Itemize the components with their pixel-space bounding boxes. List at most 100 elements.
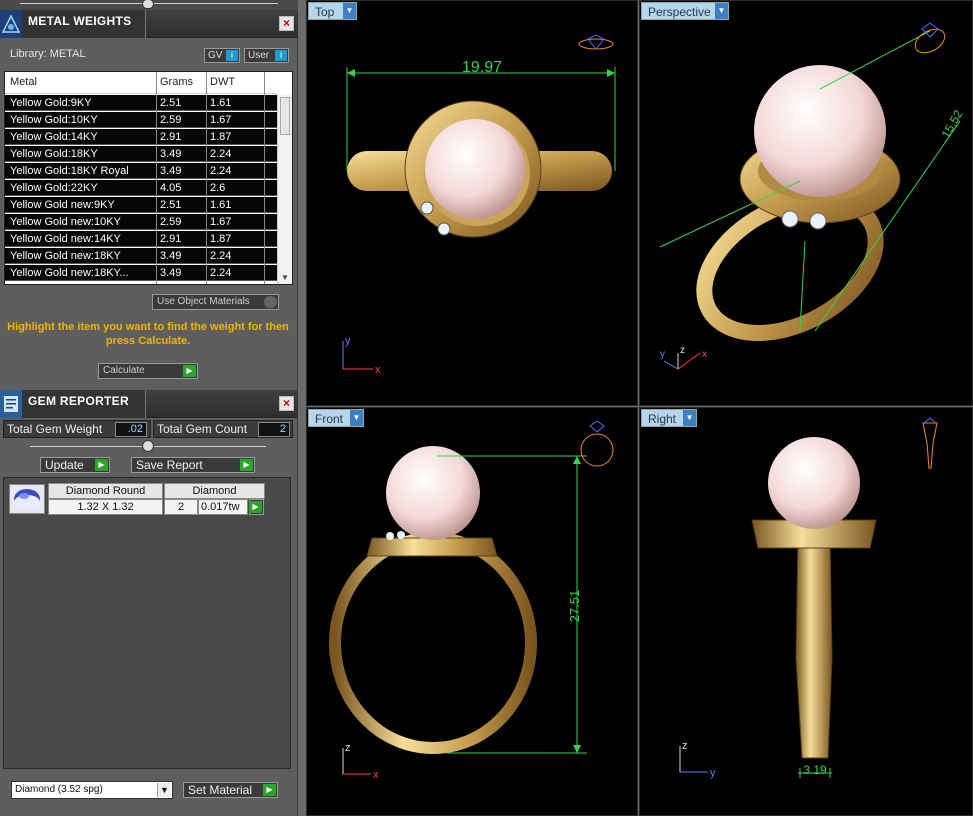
table-row[interactable]: Yellow Gold new:9KY 2.51 1.61 <box>5 197 277 213</box>
gem-weight-cell: 0.017tw <box>198 499 248 515</box>
gem-type-header: Diamond Round <box>48 483 163 499</box>
dwt-cell: 2.6 <box>210 182 226 194</box>
gem-material-header: Diamond <box>164 483 265 499</box>
grams-cell: 3.49 <box>160 267 182 279</box>
table-row[interactable]: Yellow Gold:14KY 2.91 1.87 <box>5 129 277 145</box>
viewport-top-label[interactable]: Top ▼ <box>308 2 357 20</box>
metal-weights-icon <box>0 10 22 38</box>
grams-cell: 4.05 <box>160 182 182 194</box>
table-row[interactable]: Yellow Gold:18KY 3.49 2.24 <box>5 146 277 162</box>
dwt-cell: 1.61 <box>210 97 232 109</box>
play-icon: ▶ <box>183 365 196 377</box>
table-row[interactable]: Yellow Gold new:18KY... 3.49 2.24 <box>5 265 277 281</box>
total-gem-weight-value: .02 <box>115 422 147 437</box>
right-dimension-label: 3.19 <box>803 763 827 777</box>
viewport-perspective[interactable]: 15.52 y z x Perspective ▼ <box>639 0 973 406</box>
dwt-cell: 2.24 <box>210 267 232 279</box>
metal-table-scrollbar[interactable]: ▼ <box>277 94 292 284</box>
gem-reporter-icon <box>0 390 22 418</box>
dwt-cell: 1.61 <box>210 199 232 211</box>
dwt-cell: 1.87 <box>210 131 232 143</box>
viewport-right[interactable]: 3.19 z y Right ▼ <box>639 407 973 816</box>
calculate-button[interactable]: Calculate ▶ <box>98 363 198 379</box>
dwt-cell: 2.24 <box>210 250 232 262</box>
app-window: METAL WEIGHTS × Library: METAL GV i User i… <box>0 0 973 816</box>
grams-cell: 2.59 <box>160 114 182 126</box>
metal-name-cell: Yellow Gold new:9KY <box>10 199 115 211</box>
gem-size-cell: 1.32 X 1.32 <box>48 499 163 515</box>
gem-thumbnail <box>9 484 45 514</box>
dwt-cell: 2.24 <box>210 148 232 160</box>
metal-name-cell: Yellow Gold new:10KY <box>10 216 121 228</box>
gem-list[interactable]: Diamond Round Diamond 1.32 X 1.32 2 0.01… <box>3 477 291 769</box>
save-report-button[interactable]: Save Report ▶ <box>131 457 255 473</box>
gem-detail-button[interactable]: ▶ <box>249 499 264 515</box>
play-icon: ▶ <box>263 784 276 796</box>
gem-reporter-title: GEM REPORTER <box>28 394 129 408</box>
column-metal[interactable]: Metal <box>10 76 37 88</box>
table-row[interactable]: Yellow Gold new:10KY 2.59 1.67 <box>5 214 277 230</box>
front-axis-x: x <box>373 769 379 781</box>
dwt-cell: 2.24 <box>210 165 232 177</box>
front-axis-z: z <box>345 742 351 754</box>
grams-cell: 2.59 <box>160 216 182 228</box>
top-axis-y: y <box>345 335 351 347</box>
chevron-down-icon: ▼ <box>683 410 696 426</box>
total-gem-count-value: 2 <box>258 422 290 437</box>
panel-resize-grip[interactable] <box>0 0 298 10</box>
perspective-axis-y: y <box>660 349 665 360</box>
play-icon: ▶ <box>249 501 262 513</box>
grams-cell: 2.51 <box>160 199 182 211</box>
viewport-front-label[interactable]: Front ▼ <box>308 409 364 427</box>
metal-table-header: Metal Grams DWT <box>5 72 277 94</box>
right-axis-y: y <box>710 767 716 779</box>
update-button[interactable]: Update ▶ <box>40 457 110 473</box>
metal-table[interactable]: Metal Grams DWT Yellow Gold:9KY 2.51 1.61 Y… <box>4 71 293 285</box>
scroll-down-arrow-icon[interactable]: ▼ <box>281 273 289 282</box>
chevron-down-icon: ▼ <box>343 3 356 19</box>
panel-resize-knob[interactable] <box>142 440 154 452</box>
viewport-top[interactable]: 19.97 y x Top ▼ <box>306 0 638 406</box>
library-label: Library: METAL <box>10 48 86 60</box>
viewport-perspective-label[interactable]: Perspective ▼ <box>641 2 729 20</box>
table-row[interactable]: Yellow Gold:9KY 2.51 1.61 <box>5 95 277 111</box>
viewport-front[interactable]: 27.51 z x Front ▼ <box>306 407 638 816</box>
dwt-cell: 1.87 <box>210 233 232 245</box>
side-panel: METAL WEIGHTS × Library: METAL GV i User i… <box>0 0 298 816</box>
column-grams[interactable]: Grams <box>160 76 193 88</box>
use-object-materials-toggle[interactable]: Use Object Materials <box>152 294 279 310</box>
dwt-cell: 1.67 <box>210 216 232 228</box>
gem-reporter-header: GEM REPORTER × <box>0 390 298 418</box>
set-material-button[interactable]: Set Material ▶ <box>183 782 278 798</box>
metal-name-cell: Yellow Gold:22KY <box>10 182 98 194</box>
gem-count-cell: 2 <box>164 499 198 515</box>
column-dwt[interactable]: DWT <box>210 76 235 88</box>
grams-cell: 3.49 <box>160 250 182 262</box>
table-row[interactable]: Yellow Gold new:14KY 2.91 1.87 <box>5 231 277 247</box>
play-icon: ▶ <box>240 459 253 471</box>
metal-name-cell: Yellow Gold:18KY <box>10 148 98 160</box>
gem-reporter-close-button[interactable]: × <box>279 396 294 411</box>
gv-toggle[interactable]: GV i <box>204 48 240 63</box>
metal-name-cell: Yellow Gold:10KY <box>10 114 98 126</box>
front-dimension-label: 27.51 <box>567 590 582 623</box>
grams-cell: 2.91 <box>160 131 182 143</box>
user-toggle[interactable]: User i <box>244 48 289 63</box>
table-row[interactable]: Yellow Gold:22KY 4.05 2.6 <box>5 180 277 196</box>
metal-name-cell: Yellow Gold new:18KY... <box>10 267 129 279</box>
viewport-right-label[interactable]: Right ▼ <box>641 409 697 427</box>
material-select[interactable]: Diamond (3.52 spg) ▼ <box>11 781 173 799</box>
play-icon: ▶ <box>95 459 108 471</box>
metal-name-cell: Yellow Gold:18KY Royal <box>10 165 129 177</box>
scroll-thumb[interactable] <box>280 97 290 135</box>
metal-weights-title: METAL WEIGHTS <box>28 14 132 28</box>
chevron-down-icon[interactable]: ▼ <box>157 783 171 797</box>
perspective-axis-z: z <box>680 345 685 356</box>
metal-weights-close-button[interactable]: × <box>279 16 294 31</box>
table-row[interactable]: Yellow Gold new:18KY 3.49 2.24 <box>5 248 277 264</box>
dwt-cell: 1.67 <box>210 114 232 126</box>
table-row[interactable]: Yellow Gold:18KY Royal 3.49 2.24 <box>5 163 277 179</box>
table-row[interactable]: Yellow Gold:10KY 2.59 1.67 <box>5 112 277 128</box>
grams-cell: 2.91 <box>160 233 182 245</box>
chevron-down-icon: ▼ <box>715 3 728 19</box>
